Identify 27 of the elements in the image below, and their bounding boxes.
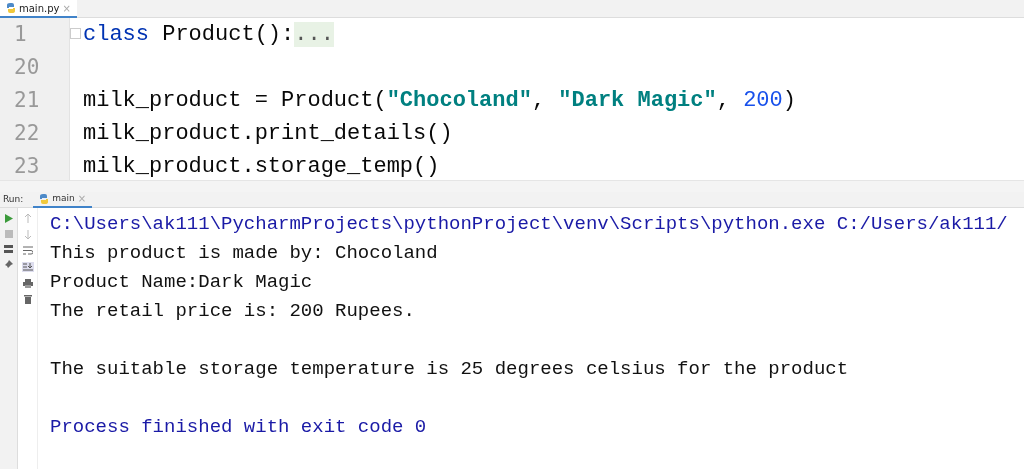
trash-icon[interactable] bbox=[23, 295, 32, 304]
wrap-icon[interactable] bbox=[22, 246, 33, 255]
print-icon[interactable] bbox=[22, 279, 33, 288]
code-line: milk_product.print_details() bbox=[83, 121, 453, 146]
line-number: 20 bbox=[13, 54, 41, 81]
file-tab[interactable]: main.py × bbox=[0, 0, 77, 18]
line-number: 1 bbox=[13, 21, 28, 48]
output-line: Product Name:Dark Magic bbox=[50, 271, 313, 293]
scroll-to-end-icon[interactable] bbox=[21, 262, 34, 272]
layout-icon[interactable] bbox=[4, 245, 13, 253]
line-number: 23 bbox=[13, 153, 41, 180]
output-line: The retail price is: 200 Rupees. bbox=[50, 300, 415, 322]
code-line: milk_product = Product("Chocoland", "Dark Magic", 200) bbox=[83, 88, 796, 113]
python-icon bbox=[39, 193, 50, 204]
code-line: class Product():... bbox=[83, 22, 334, 47]
exit-message: Process finished with exit code 0 bbox=[50, 416, 427, 438]
run-label: Run: bbox=[3, 192, 24, 206]
output-line: The suitable storage temperature is 25 degrees celsius for the product bbox=[50, 358, 849, 380]
fold-marker-icon[interactable] bbox=[70, 28, 81, 39]
output-line: This product is made by: Chocoland bbox=[50, 242, 438, 264]
run-icon[interactable] bbox=[4, 214, 13, 223]
run-tab[interactable]: main × bbox=[33, 191, 93, 208]
line-number: 22 bbox=[13, 120, 41, 147]
command-line: C:\Users\ak111\PycharmProjects\pythonProject\venv\Scripts\python.exe C:/Users/ak111/ bbox=[50, 213, 1008, 235]
line-number: 21 bbox=[13, 87, 41, 114]
python-file-icon bbox=[6, 3, 16, 13]
code-line: milk_product.storage_temp() bbox=[83, 154, 440, 179]
